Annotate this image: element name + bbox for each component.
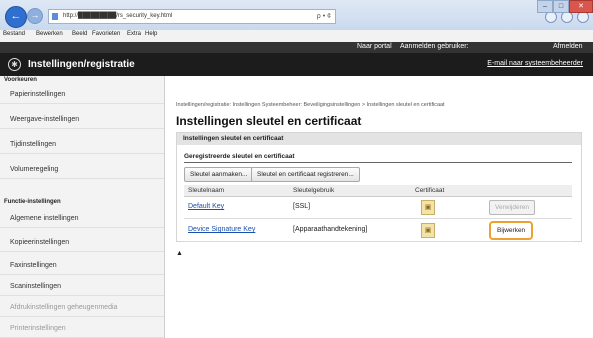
- section-divider: [184, 162, 572, 163]
- sidebar-item-scan[interactable]: Scaninstellingen: [0, 278, 164, 296]
- table-row: Default Key [SSL] ▣ Verwijderen: [184, 196, 572, 219]
- sidebar-item-general[interactable]: Algemene instellingen: [0, 210, 164, 228]
- address-url: http://█████████/rs_security_key.html: [63, 13, 173, 19]
- app-title: Instellingen/registratie: [28, 59, 135, 70]
- key-usage: [SSL]: [293, 203, 311, 210]
- table-row: Device Signature Key [Apparaathandtekeni…: [184, 219, 572, 242]
- sidebar-group-preferences: Voorkeuren: [4, 77, 37, 83]
- sidebar-item-copy[interactable]: Kopieerinstellingen: [0, 234, 164, 252]
- col-key-usage: Sleutelgebruik: [293, 187, 335, 194]
- key-name-link[interactable]: Default Key: [188, 203, 224, 210]
- sidebar: Voorkeuren Papierinstellingen Weergave-i…: [0, 76, 165, 338]
- address-bar[interactable]: http://█████████/rs_security_key.html ρ …: [48, 9, 336, 24]
- settings-logo-icon: ✱: [8, 58, 21, 71]
- menu-tools[interactable]: Extra: [127, 31, 141, 37]
- page-title: Instellingen sleutel en certificaat: [176, 114, 362, 128]
- login-user-label: Aanmelden gebruiker:: [400, 43, 469, 50]
- app-top-bar: Naar portal Aanmelden gebruiker: Afmelde…: [0, 42, 593, 53]
- create-key-button[interactable]: Sleutel aanmaken...: [184, 167, 254, 182]
- main-content: Instellingen/registratie: Instellingen S…: [176, 76, 583, 338]
- maximize-button[interactable]: □: [553, 0, 569, 13]
- portal-link[interactable]: Naar portal: [357, 43, 392, 50]
- menu-edit[interactable]: Bewerken: [36, 31, 63, 37]
- sidebar-item-time[interactable]: Tijdinstellingen: [0, 136, 164, 154]
- breadcrumb: Instellingen/registratie: Instellingen S…: [176, 102, 445, 108]
- section-title: Geregistreerde sleutel en certificaat: [184, 153, 295, 160]
- sidebar-item-display[interactable]: Weergave-instellingen: [0, 111, 164, 129]
- mail-admin-link[interactable]: E-mail naar systeembeheerder: [487, 60, 583, 67]
- register-key-button[interactable]: Sleutel en certificaat registreren...: [251, 167, 360, 182]
- col-key-name: Sleutelnaam: [188, 187, 225, 194]
- menu-view[interactable]: Beeld: [72, 31, 87, 37]
- certificate-icon[interactable]: ▣: [421, 223, 435, 238]
- panel-header: Instellingen sleutel en certificaat: [177, 133, 581, 145]
- key-certificate-panel: Instellingen sleutel en certificaat Gere…: [176, 132, 582, 242]
- certificate-icon[interactable]: ▣: [421, 200, 435, 215]
- sidebar-item-fax[interactable]: Faxinstellingen: [0, 257, 164, 275]
- col-certificate: Certificaat: [415, 187, 445, 194]
- page-icon: [52, 13, 58, 20]
- menu-file[interactable]: Bestand: [3, 31, 25, 37]
- back-to-top-icon[interactable]: ▲: [176, 250, 183, 257]
- sidebar-item-media-print[interactable]: Afdrukinstellingen geheugenmedia: [0, 299, 164, 317]
- search-refresh-icons[interactable]: ρ • ¢: [317, 10, 331, 23]
- sidebar-item-printer[interactable]: Printerinstellingen: [0, 320, 164, 338]
- sidebar-item-volume[interactable]: Volumeregeling: [0, 161, 164, 179]
- key-name-link[interactable]: Device Signature Key: [188, 226, 255, 233]
- menu-help[interactable]: Help: [145, 31, 157, 37]
- browser-titlebar: ← → http://█████████/rs_security_key.htm…: [0, 0, 593, 30]
- sidebar-group-functions: Functie-instellingen: [4, 199, 61, 205]
- minimize-button[interactable]: –: [537, 0, 553, 13]
- update-button[interactable]: Bijwerken: [489, 221, 534, 240]
- app-title-bar: ✱ Instellingen/registratie E-mail naar s…: [0, 53, 593, 76]
- delete-button[interactable]: Verwijderen: [489, 200, 535, 215]
- back-button[interactable]: ←: [5, 6, 27, 28]
- menu-favorites[interactable]: Favorieten: [92, 31, 120, 37]
- logout-link[interactable]: Afmelden: [553, 43, 583, 50]
- sidebar-item-paper[interactable]: Papierinstellingen: [0, 86, 164, 104]
- forward-button[interactable]: →: [27, 8, 43, 24]
- key-usage: [Apparaathandtekening]: [293, 226, 368, 233]
- close-button[interactable]: ✕: [569, 0, 593, 13]
